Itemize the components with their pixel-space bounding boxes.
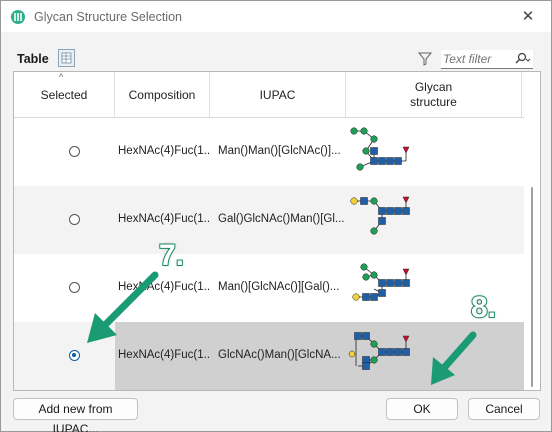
column-header-label: Composition <box>128 87 196 102</box>
composition-cell: HexNAc(4)Fuc(1... <box>118 349 210 361</box>
glycan-structure-image <box>348 332 410 370</box>
column-header-label: IUPAC <box>259 87 296 102</box>
row-select-radio[interactable] <box>69 282 80 293</box>
ok-button[interactable]: OK <box>386 398 458 420</box>
iupac-cell: Gal()GlcNAc()Man()[Gl... <box>218 213 345 225</box>
step-7-label: 7. <box>158 238 185 273</box>
iupac-cell: Man()[GlcNAc()][Gal()... <box>218 281 340 293</box>
search-icon[interactable] <box>513 52 531 66</box>
composition-cell: HexNAc(4)Fuc(1... <box>118 145 210 157</box>
filter-icon[interactable] <box>418 52 432 66</box>
close-button[interactable]: ✕ <box>513 5 543 29</box>
iupac-cell: GlcNAc()Man()[GlcNA... <box>218 349 341 361</box>
row-select-radio[interactable] <box>69 350 80 361</box>
title-bar: Glycan Structure Selection ✕ <box>1 1 551 32</box>
column-header-selected[interactable]: ^ Selected <box>14 72 115 118</box>
sort-arrow-icon: ^ <box>59 72 64 82</box>
table-row[interactable]: HexNAc(4)Fuc(1... Man()Man()[GlcNAc()]..… <box>14 118 524 186</box>
table-label: Table <box>17 52 49 66</box>
app-icon <box>11 10 25 24</box>
row-select-radio[interactable] <box>69 214 80 225</box>
glycan-structure-image <box>350 196 410 235</box>
composition-cell: HexNAc(4)Fuc(1... <box>118 213 210 225</box>
iupac-cell: Man()Man()[GlcNAc()]... <box>218 145 341 157</box>
glycan-structure-image <box>350 127 410 171</box>
step-8-arrow-icon <box>431 331 477 385</box>
column-header-label: Glycan structure <box>410 80 457 109</box>
column-header-glycan-structure[interactable]: Glycan structure <box>346 72 522 118</box>
table-settings-icon[interactable] <box>58 49 75 67</box>
column-header-label: Selected <box>40 87 88 102</box>
column-header-iupac[interactable]: IUPAC <box>210 72 346 118</box>
cancel-button[interactable]: Cancel <box>468 398 540 420</box>
step-8-label: 8. <box>470 290 497 325</box>
glycan-structure-image <box>352 263 410 301</box>
row-select-radio[interactable] <box>69 146 80 157</box>
glycan-selection-dialog: Glycan Structure Selection ✕ Table ^ Sel… <box>0 0 552 432</box>
column-header-composition[interactable]: Composition <box>115 72 210 118</box>
add-from-iupac-button[interactable]: Add new from IUPAC... <box>13 398 138 432</box>
vertical-scrollbar[interactable] <box>524 72 540 390</box>
table-header: ^ Selected Composition IUPAC Glycan stru… <box>14 72 524 118</box>
step-7-arrow-icon <box>87 271 159 343</box>
window-title: Glycan Structure Selection <box>34 10 182 24</box>
scrollbar-thumb[interactable] <box>531 187 533 387</box>
table-row[interactable]: HexNAc(4)Fuc(1... Gal()GlcNAc()Man()[Gl.… <box>14 186 524 254</box>
